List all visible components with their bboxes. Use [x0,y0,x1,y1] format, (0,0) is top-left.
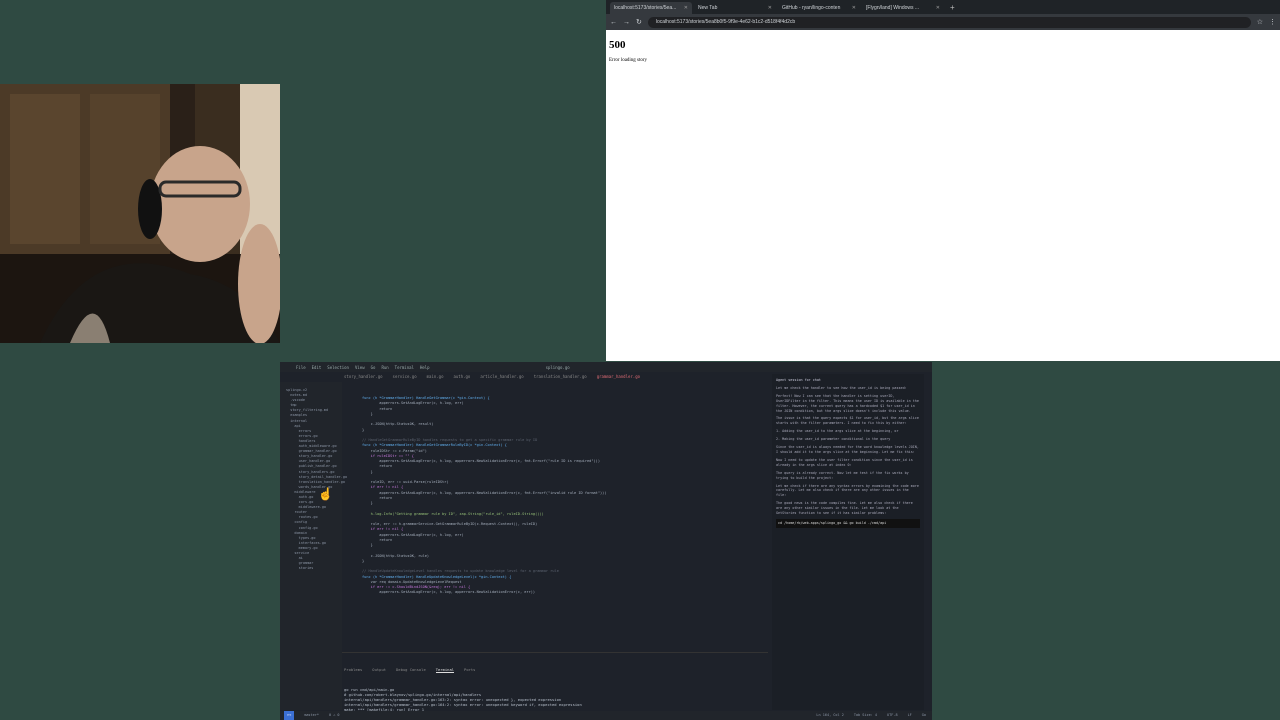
chat-message: Let me check if there are any syntax err… [776,483,919,498]
panel-tab[interactable]: Debug Console [396,667,426,673]
language-mode[interactable]: Go [922,711,926,720]
tab-label: GitHub - ryan/lingo-conten [782,5,841,11]
chat-message: Now I need to update the user filter con… [776,457,913,467]
menu-item[interactable]: Edit [312,365,322,370]
close-icon[interactable]: ✕ [852,2,856,14]
browser-tab[interactable]: GitHub - ryan/lingo-conten ✕ [778,2,860,14]
editor-tab[interactable]: translation_handler.go [534,374,587,383]
file-explorer: splingo-v2 notes.md .vscode tmp story_fi… [280,382,347,710]
encoding[interactable]: UTF-8 [887,711,898,720]
browser-window: localhost:5173/stories/5ea... ✕ New Tab ✕ … [606,0,1280,361]
editor-tabs: story_handler.go service.go main.go auth.go… [344,374,752,383]
browser-tab[interactable]: New Tab ✕ [694,2,776,14]
chat-message: The issue is that the query expects $1 f… [776,416,919,426]
menu-item[interactable]: Go [371,365,376,370]
reload-icon[interactable]: ↻ [636,18,642,26]
forward-icon[interactable]: → [623,19,630,26]
agent-chat-panel: Agent session for chat Let me check the … [772,374,924,710]
menu-item[interactable]: Help [420,365,430,370]
window-title: splingo.go [545,364,570,370]
mouse-cursor-icon: ☝ [318,487,333,501]
browser-tab[interactable]: localhost:5173/stories/5ea... ✕ [610,2,692,14]
chat-message: 2. Making the user_id parameter conditio… [776,437,891,442]
indentation[interactable]: Tab Size: 4 [854,711,877,720]
editor-tab[interactable]: main.go [427,374,444,383]
menu-item[interactable]: View [355,365,365,370]
chat-command: cd /home/rb/web-apps/splingo_go && go bu… [776,518,920,528]
status-bar: >< master* 0 ⚠ 0 Ln 164, Col 2 Tab Size:… [280,711,932,720]
webcam-image [0,84,280,343]
chat-header: Agent session for chat [776,378,821,382]
chat-messages: Let me check the handler to see how the … [776,386,920,516]
editor-tab[interactable]: article_handler.go [480,374,523,383]
chat-message: The query is already correct. Now let me… [776,470,909,480]
tab-label: localhost:5173/stories/5ea... [614,5,677,11]
menu-item[interactable]: Terminal [395,365,414,370]
tab-label: New Tab [698,5,718,11]
browser-toolbar: ← → ↻ localhost:5173/stories/5ea8b0f5-9f… [606,14,1280,30]
back-icon[interactable]: ← [610,19,617,26]
menu-item[interactable]: Run [381,365,388,370]
new-tab-button[interactable]: + [946,2,959,14]
editor-tab[interactable]: story_handler.go [344,374,383,383]
close-icon[interactable]: ✕ [768,2,772,14]
menu-icon[interactable]: ⋮ [1269,18,1276,26]
eol[interactable]: LF [908,711,912,720]
code-line: apperrors.SetAndLogError(c, h.log, apper… [362,590,536,595]
error-message: Error loading story [609,58,648,63]
close-icon[interactable]: ✕ [936,2,940,14]
editor-tab[interactable]: auth.go [453,374,470,383]
code-editor[interactable]: func (h *GrammarHandler) HandleGetGramma… [342,384,766,646]
git-branch[interactable]: master* [304,711,319,720]
problems-count[interactable]: 0 ⚠ 0 [329,711,340,720]
menu-item[interactable]: File [296,365,306,370]
terminal-panel[interactable]: Problems Output Debug Console Terminal Ports… [342,652,768,720]
editor-tab[interactable]: service.go [393,374,417,383]
error-code-heading: 500 [609,39,626,51]
cursor-position[interactable]: Ln 164, Col 2 [816,711,843,720]
webcam-feed [0,84,280,343]
explorer-item[interactable]: publish_handler.go [286,464,337,469]
panel-tab[interactable]: Output [372,667,386,673]
address-bar[interactable]: localhost:5173/stories/5ea8b0f5-9f9e-4e6… [647,16,1251,28]
code-editor-window: File Edit Selection View Go Run Terminal Help sp… [280,362,932,720]
panel-tab[interactable]: Problems [344,667,362,673]
explorer-item[interactable]: story_detail_handler.go [286,475,347,480]
browser-tab-bar: localhost:5173/stories/5ea... ✕ New Tab ✕ … [606,0,1280,14]
explorer-item[interactable]: story_handlers.go [286,470,336,475]
panel-tabs: Problems Output Debug Console Terminal Ports [344,667,766,673]
panel-tab[interactable]: Ports [464,667,475,673]
panel-tab[interactable]: Terminal [435,667,455,673]
chat-message: Perfect! Now I can see that the handler … [776,393,919,413]
chat-message: Let me check the handler to see how the … [776,385,907,390]
browser-tab[interactable]: [Flygn/land] Windows ... ✕ [862,2,944,14]
bookmark-star-icon[interactable]: ☆ [1257,18,1263,26]
chat-message: 1. Adding the user_id to the args slice … [776,429,899,434]
tab-label: [Flygn/land] Windows ... [866,5,920,11]
page-content: 500 Error loading story [606,30,1280,72]
menu-item[interactable]: Selection [327,365,349,370]
ide-menu-bar: File Edit Selection View Go Run Terminal Help sp… [280,362,932,372]
remote-indicator[interactable]: >< [284,711,295,720]
chat-message: The good news is the code compiles fine.… [776,501,913,516]
close-icon[interactable]: ✕ [684,2,688,14]
editor-tab[interactable]: grammar_handler.go [597,374,640,383]
chat-message: Since the user_id is always needed for t… [776,445,919,454]
explorer-item[interactable]: stories [286,566,336,571]
